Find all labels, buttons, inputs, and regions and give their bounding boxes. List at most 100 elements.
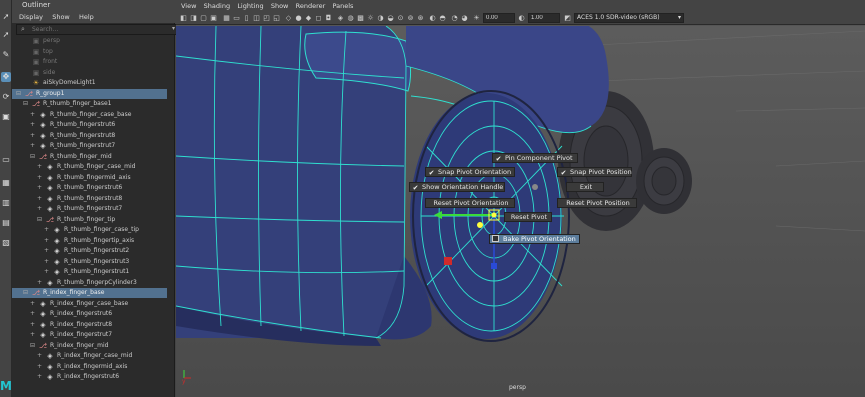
- outliner-row[interactable]: + ◈ R_index_finger_case_base: [12, 299, 167, 309]
- layout-four-icon[interactable]: ▦: [1, 178, 11, 188]
- expand-toggle-icon[interactable]: +: [37, 372, 42, 382]
- grid-icon[interactable]: ▦: [222, 14, 231, 23]
- image-plane-icon[interactable]: ▣: [209, 14, 218, 23]
- outliner-row[interactable]: + ◈ R_thumb_finger_case_tip: [12, 225, 167, 235]
- outliner-row[interactable]: ☀ aiSkyDomeLight1: [12, 78, 167, 88]
- depth-of-field-icon[interactable]: ◕: [460, 14, 469, 23]
- gate-mask-icon[interactable]: ◫: [252, 14, 261, 23]
- expand-toggle-icon[interactable]: +: [30, 309, 35, 319]
- expand-toggle-icon[interactable]: ⊟: [23, 288, 28, 298]
- outliner-row[interactable]: + ◈ R_thumb_fingerstrut6: [12, 183, 167, 193]
- outliner-row[interactable]: + ◈ R_thumb_fingerstrut7: [12, 204, 167, 214]
- xray-icon[interactable]: ◍: [346, 14, 355, 23]
- expand-toggle-icon[interactable]: +: [37, 183, 42, 193]
- exposure-icon[interactable]: ☀: [472, 14, 481, 23]
- outliner-row[interactable]: ⊟ ⎇ R_thumb_finger_base1: [12, 99, 167, 109]
- isolate-select-icon[interactable]: ⊙: [396, 14, 405, 23]
- outliner-row[interactable]: ▣ top: [12, 47, 167, 57]
- flat-shade-icon[interactable]: ◆: [304, 14, 313, 23]
- xray-joints-icon[interactable]: ⊚: [406, 14, 415, 23]
- bounding-box-icon[interactable]: ◻: [314, 14, 323, 23]
- layout-outliner-icon[interactable]: ▤: [1, 218, 11, 228]
- search-options-chevron-icon[interactable]: ▾: [172, 25, 175, 32]
- resolution-gate-icon[interactable]: ▯: [242, 14, 251, 23]
- safe-action-icon[interactable]: ◱: [272, 14, 281, 23]
- expand-toggle-icon[interactable]: +: [44, 267, 49, 277]
- expand-toggle-icon[interactable]: +: [30, 320, 35, 330]
- expand-toggle-icon[interactable]: ⊟: [30, 341, 35, 351]
- outliner-row[interactable]: + ◈ R_thumb_fingerstrut8: [12, 131, 167, 141]
- reset-pivot-item[interactable]: Reset Pivot: [504, 212, 552, 222]
- outliner-row[interactable]: + ◈ R_index_fingerstrut6: [12, 309, 167, 319]
- field-chart-icon[interactable]: ◰: [262, 14, 271, 23]
- outliner-row[interactable]: ⊟ ⎇ R_thumb_finger_tip: [12, 215, 167, 225]
- outliner-row[interactable]: + ◈ R_thumb_fingerstrut1: [12, 267, 167, 277]
- bake-pivot-orientation-item[interactable]: Bake Pivot Orientation: [489, 234, 580, 244]
- outliner-row[interactable]: ▣ persp: [12, 36, 167, 46]
- expand-toggle-icon[interactable]: +: [44, 246, 49, 256]
- ambient-occlusion-icon[interactable]: ◒: [386, 14, 395, 23]
- viewport-menu-renderer[interactable]: Renderer: [296, 0, 326, 12]
- gamma-icon[interactable]: ◐: [517, 14, 526, 23]
- wireframe-on-shaded-icon[interactable]: ◈: [336, 14, 345, 23]
- texture-icon[interactable]: ▩: [356, 14, 365, 23]
- expand-toggle-icon[interactable]: +: [37, 194, 42, 204]
- bookmark-icon[interactable]: ▢: [199, 14, 208, 23]
- snap-pivot-position-item[interactable]: ✔ Snap Pivot Position: [557, 167, 632, 177]
- outliner-row[interactable]: ⊟ ⎇ R_index_finger_base: [12, 288, 167, 298]
- viewport-menu-panels[interactable]: Panels: [333, 0, 354, 12]
- paint-select-icon[interactable]: ✎: [1, 50, 11, 60]
- expand-toggle-icon[interactable]: ⊟: [37, 215, 42, 225]
- outliner-row[interactable]: + ◈ R_thumb_fingertip_axis: [12, 236, 167, 246]
- color-management-icon[interactable]: ◩: [563, 14, 572, 23]
- expand-toggle-icon[interactable]: +: [37, 278, 42, 288]
- expand-toggle-icon[interactable]: +: [44, 236, 49, 246]
- outliner-row[interactable]: + ◈ R_index_fingermid_axis: [12, 362, 167, 372]
- reset-pivot-orientation-item[interactable]: Reset Pivot Orientation: [425, 198, 515, 208]
- outliner-row[interactable]: + ◈ R_index_finger_case_mid: [12, 351, 167, 361]
- outliner-row[interactable]: + ◈ R_thumb_fingerpCylinder3: [12, 278, 167, 288]
- expand-toggle-icon[interactable]: ⊟: [30, 152, 35, 162]
- expand-toggle-icon[interactable]: +: [30, 131, 35, 141]
- multisample-icon[interactable]: ◓: [438, 14, 447, 23]
- screen-space-icon[interactable]: ◔: [450, 14, 459, 23]
- viewport-menu-show[interactable]: Show: [271, 0, 289, 12]
- color-space-select[interactable]: ACES 1.0 SDR-video (sRGB) ▾: [574, 13, 684, 23]
- smooth-shade-icon[interactable]: ●: [294, 14, 303, 23]
- outliner-row[interactable]: + ◈ R_thumb_fingermid_axis: [12, 173, 167, 183]
- expand-toggle-icon[interactable]: ⊟: [16, 89, 21, 99]
- outliner-row[interactable]: ⊟ ⎇ R_group1: [12, 88, 167, 99]
- layout-two-icon[interactable]: ▥: [1, 198, 11, 208]
- snap-pivot-orientation-item[interactable]: ✔ Snap Pivot Orientation: [425, 167, 515, 177]
- outliner-menu-show[interactable]: Show: [52, 11, 70, 23]
- expand-toggle-icon[interactable]: +: [30, 120, 35, 130]
- outliner-row[interactable]: + ◈ R_thumb_fingerstrut6: [12, 120, 167, 130]
- expand-toggle-icon[interactable]: ⊟: [23, 99, 28, 109]
- outliner-row[interactable]: + ◈ R_thumb_finger_case_mid: [12, 162, 167, 172]
- outliner-row[interactable]: + ◈ R_thumb_fingerstrut7: [12, 141, 167, 151]
- outliner-row[interactable]: ▣ side: [12, 68, 167, 78]
- lasso-tool-icon[interactable]: ➚: [1, 30, 11, 40]
- outliner-search-input[interactable]: [32, 25, 162, 34]
- camera-attributes-icon[interactable]: ◨: [189, 14, 198, 23]
- expand-toggle-icon[interactable]: +: [37, 362, 42, 372]
- outliner-row[interactable]: + ◈ R_thumb_finger_case_base: [12, 110, 167, 120]
- camera-select-icon[interactable]: ◧: [179, 14, 188, 23]
- gamma-field[interactable]: [528, 13, 560, 23]
- film-gate-icon[interactable]: ▭: [232, 14, 241, 23]
- expand-toggle-icon[interactable]: +: [37, 162, 42, 172]
- outliner-row[interactable]: + ◈ R_index_fingerstrut7: [12, 330, 167, 340]
- pin-component-pivot-item[interactable]: ✔ Pin Component Pivot: [492, 153, 578, 163]
- lights-icon[interactable]: ☼: [366, 14, 375, 23]
- outliner-menu-display[interactable]: Display: [19, 11, 43, 23]
- backface-icon[interactable]: ⊛: [416, 14, 425, 23]
- rotate-tool-icon[interactable]: ⟳: [1, 92, 11, 102]
- outliner-row[interactable]: ⊟ ⎇ R_index_finger_mid: [12, 341, 167, 351]
- expand-toggle-icon[interactable]: +: [37, 204, 42, 214]
- wireframe-icon[interactable]: ◇: [284, 14, 293, 23]
- outliner-row[interactable]: ▣ front: [12, 57, 167, 67]
- expand-toggle-icon[interactable]: +: [30, 141, 35, 151]
- exit-item[interactable]: Exit: [566, 182, 604, 192]
- outliner-menu-help[interactable]: Help: [79, 11, 94, 23]
- expand-toggle-icon[interactable]: +: [44, 225, 49, 235]
